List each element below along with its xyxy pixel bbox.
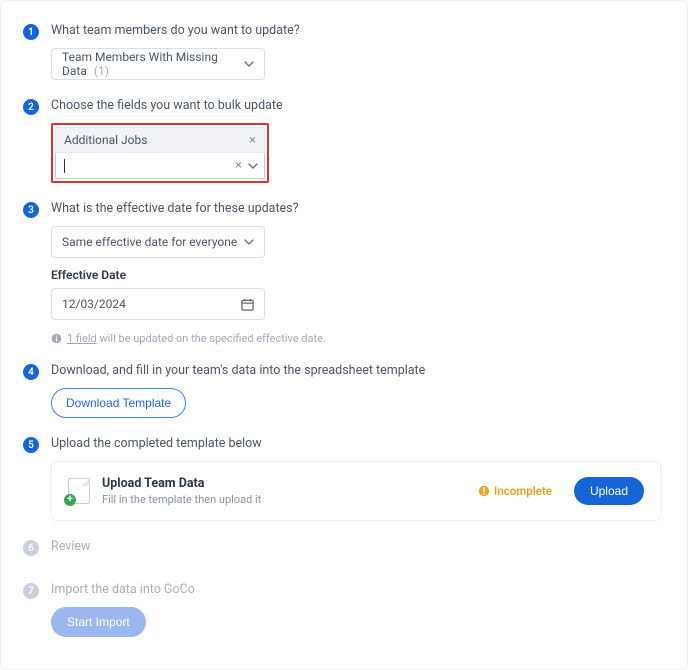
step-5: 5 Upload the completed template below + … — [23, 436, 661, 521]
upload-status: Incomplete — [478, 484, 552, 498]
step-2: 2 Choose the fields you want to bulk upd… — [23, 98, 661, 183]
step-number: 4 — [23, 364, 39, 380]
clear-icon[interactable]: × — [235, 159, 242, 172]
step-title: Choose the fields you want to bulk updat… — [51, 98, 661, 113]
step-number: 1 — [23, 24, 39, 40]
upload-panel: + Upload Team Data Fill in the template … — [51, 461, 661, 521]
select-label: Same effective date for everyone — [62, 235, 237, 249]
step-title: What is the effective date for these upd… — [51, 201, 661, 216]
effective-date-label: Effective Date — [51, 268, 661, 282]
step-6: 6 Review — [23, 539, 661, 564]
upload-heading: Upload Team Data — [102, 476, 466, 491]
select-label: Team Members With Missing Data — [62, 50, 218, 78]
fields-input-row[interactable]: × — [55, 153, 265, 179]
info-icon — [51, 333, 62, 344]
upload-subtext: Fill in the template then upload it — [102, 493, 466, 506]
step-number: 2 — [23, 99, 39, 115]
step-number: 5 — [23, 437, 39, 453]
step-title: Import the data into GoCo — [51, 582, 661, 597]
note-field-count: 1 field — [67, 332, 97, 345]
fields-combobox[interactable]: Additional Jobs × × — [51, 123, 269, 183]
step-3: 3 What is the effective date for these u… — [23, 201, 661, 345]
warning-icon — [478, 485, 490, 497]
download-template-button[interactable]: Download Template — [51, 388, 186, 418]
selected-field-label: Additional Jobs — [64, 133, 147, 147]
select-count: (1) — [94, 64, 109, 78]
start-import-button[interactable]: Start Import — [51, 607, 146, 637]
selected-field-tag: Additional Jobs × — [55, 127, 265, 153]
step-title: Upload the completed template below — [51, 436, 661, 451]
calendar-icon[interactable] — [241, 298, 254, 311]
step-title: Download, and fill in your team's data i… — [51, 363, 661, 378]
step-7: 7 Import the data into GoCo Start Import — [23, 582, 661, 637]
upload-button[interactable]: Upload — [574, 477, 644, 505]
chevron-down-icon — [244, 237, 254, 247]
step-1: 1 What team members do you want to updat… — [23, 23, 661, 80]
file-upload-icon: + — [68, 478, 90, 504]
text-caret — [64, 159, 65, 173]
effective-date-mode-select[interactable]: Same effective date for everyone — [51, 226, 265, 258]
step-title: What team members do you want to update? — [51, 23, 661, 38]
step-number: 6 — [23, 540, 39, 556]
effective-date-input[interactable]: 12/03/2024 — [51, 288, 265, 320]
effective-date-note: 1 field will be updated on the specified… — [51, 332, 661, 345]
date-value: 12/03/2024 — [62, 297, 126, 311]
team-members-select[interactable]: Team Members With Missing Data (1) — [51, 48, 265, 80]
note-text: will be updated on the specified effecti… — [97, 332, 326, 345]
wizard-card: 1 What team members do you want to updat… — [0, 0, 688, 670]
step-4: 4 Download, and fill in your team's data… — [23, 363, 661, 418]
chevron-down-icon — [244, 59, 254, 69]
remove-tag-icon[interactable]: × — [249, 134, 256, 147]
step-number: 3 — [23, 202, 39, 218]
chevron-down-icon[interactable] — [248, 161, 258, 171]
step-number: 7 — [23, 583, 39, 599]
step-title: Review — [51, 539, 661, 554]
